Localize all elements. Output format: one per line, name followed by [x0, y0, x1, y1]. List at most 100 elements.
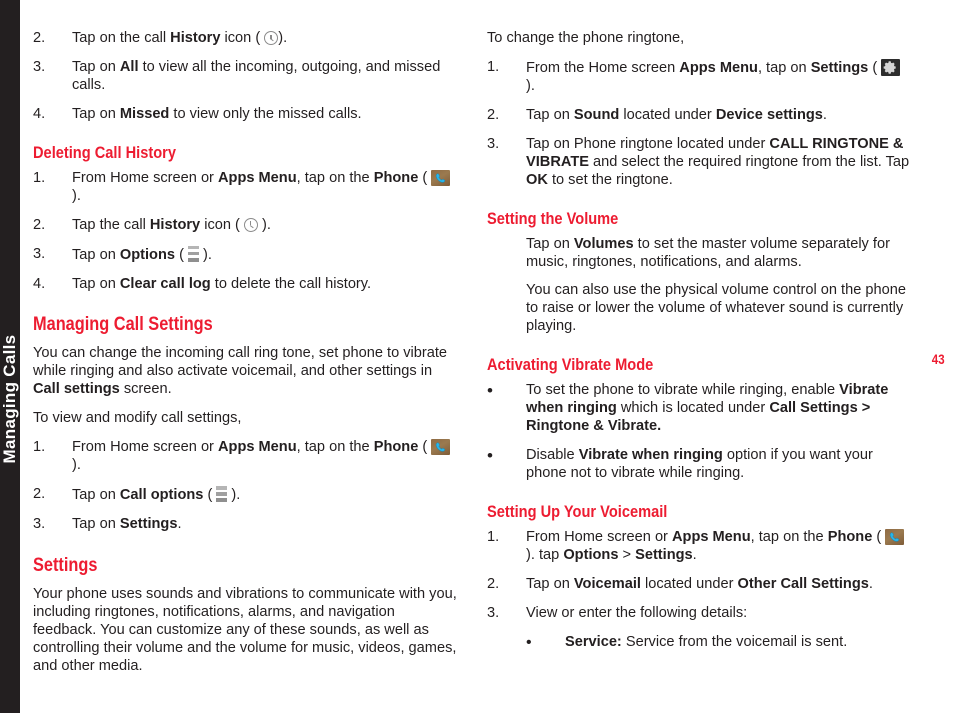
chapter-side-tab-label: Managing Calls [0, 334, 19, 464]
list-call-history-steps: 2. Tap on the call History icon ( ). 3. Tap… [33, 30, 458, 124]
list-item-marker: 4. [33, 275, 46, 292]
list-item-marker: 1. [33, 439, 46, 456]
list-item-marker: 3. [33, 58, 46, 75]
list-item-text: Disable Vibrate when ringing option if y… [526, 447, 873, 481]
list-item-text: Tap on Settings. [72, 516, 182, 532]
heading-setting-up-voicemail: Setting Up Your Voicemail [487, 501, 668, 521]
heading-deleting-call-history: Deleting Call History [33, 142, 176, 162]
list-item: 1. From Home screen or Apps Menu, tap on … [33, 169, 458, 206]
list-item: 3. Tap on Phone ringtone located under CA… [487, 136, 912, 190]
heading-managing-call-settings: Managing Call Settings [33, 314, 213, 336]
list-item-marker: • [526, 633, 532, 651]
paragraph-to-view-call-settings: To view and modify call settings, [33, 410, 242, 427]
emphasis-text: Apps Menu [217, 439, 297, 456]
list-item-text: Tap on the call History icon ( ). [72, 30, 288, 46]
emphasis-text: Device settings [715, 106, 823, 123]
list-setting-up-voicemail: 1. From Home screen or Apps Menu, tap on … [487, 528, 912, 623]
list-item-marker: 3. [487, 135, 500, 152]
list-item-marker: 2. [33, 216, 46, 233]
list-item-marker: 4. [33, 105, 46, 122]
emphasis-text: Call settings [33, 381, 120, 398]
options-menu-icon [188, 245, 199, 263]
phone-icon [431, 439, 451, 456]
list-item-marker: 1. [487, 58, 500, 75]
list-item: • Service: Service from the voicemail is … [487, 634, 912, 652]
right-text-column: To change the phone ringtone, 1. From the… [487, 30, 912, 663]
list-item-text: Tap on Phone ringtone located under CALL… [526, 135, 910, 188]
emphasis-text: Voicemail [573, 575, 641, 592]
paragraph-volume-physical: You can also use the physical volume con… [526, 282, 906, 335]
heading-settings: Settings [33, 554, 98, 576]
list-item-marker: 3. [33, 516, 46, 532]
list-item: 1. From Home screen or Apps Menu, tap on … [487, 528, 912, 565]
list-item-text: Tap on Options ( ). [72, 245, 212, 263]
emphasis-text: Apps Menu [217, 169, 297, 186]
paragraph-settings: Your phone uses sounds and vibrations to… [33, 585, 457, 674]
emphasis-text: Options [119, 246, 176, 263]
emphasis-text: Sound [573, 106, 620, 123]
clock-icon [243, 217, 258, 232]
emphasis-text: Other Call Settings [737, 575, 869, 592]
emphasis-text: Phone [373, 169, 419, 186]
emphasis-text: Phone [373, 439, 419, 456]
list-item-marker: 1. [33, 169, 46, 186]
list-item-marker: 2. [487, 106, 500, 123]
emphasis-text: Clear call log [119, 275, 211, 292]
list-item-text: Tap on Missed to view only the missed ca… [72, 105, 362, 122]
list-item-text: From Home screen or Apps Menu, tap on th… [72, 439, 451, 473]
list-item: 1. From the Home screen Apps Menu, tap on… [487, 58, 912, 96]
emphasis-text: Apps Menu [679, 59, 758, 76]
list-item-text: Service: Service from the voicemail is s… [565, 633, 848, 650]
left-text-column: 2. Tap on the call History icon ( ). 3. Tap… [33, 30, 458, 687]
list-item: 1. From Home screen or Apps Menu, tap on … [33, 439, 458, 475]
list-item-text: From the Home screen Apps Menu, tap on S… [526, 58, 901, 94]
list-item-text: From Home screen or Apps Menu, tap on th… [526, 528, 905, 563]
list-item-marker: 3. [33, 245, 46, 262]
list-item: 3. Tap on All to view all the incoming, o… [33, 59, 458, 95]
emphasis-text: Settings [810, 59, 869, 76]
emphasis-text: Missed [119, 105, 170, 122]
list-item-marker: 1. [487, 528, 500, 545]
emphasis-text: Call options [119, 487, 204, 504]
list-item-text: Tap on Voicemail located under Other Cal… [526, 575, 873, 592]
emphasis-text: History [149, 216, 201, 233]
list-item: 2. Tap the call History icon ( ). [33, 217, 458, 235]
list-item-text: From Home screen or Apps Menu, tap on th… [72, 169, 451, 204]
emphasis-text: Settings [119, 516, 178, 532]
phone-icon [431, 169, 451, 186]
list-item: • Disable Vibrate when ringing option if … [487, 446, 912, 483]
list-item-text: To set the phone to vibrate while ringin… [526, 382, 889, 435]
heading-activating-vibrate-mode: Activating Vibrate Mode [487, 355, 654, 375]
heading-setting-the-volume: Setting the Volume [487, 208, 619, 228]
list-item: 4. Tap on Clear call log to delete the ca… [33, 276, 458, 294]
list-item-marker: • [487, 446, 493, 466]
emphasis-text: History [170, 30, 221, 46]
list-item-text: Tap the call History icon ( ). [72, 216, 271, 233]
list-item: 3. Tap on Settings. [33, 516, 458, 534]
paragraph-managing-call-settings: You can change the incoming call ring to… [33, 345, 448, 398]
sub-bullet-service: • Service: Service from the voicemail is … [487, 634, 912, 652]
emphasis-text: All [119, 58, 139, 75]
page-number: 43 [932, 351, 945, 367]
list-item: 2. Tap on Sound located under Device sett… [487, 107, 912, 125]
emphasis-text: Service: [565, 633, 622, 650]
emphasis-text: Vibrate when ringing [578, 447, 723, 464]
emphasis-text: Volumes [573, 235, 634, 252]
emphasis-text: Options [563, 546, 619, 563]
list-item: 2. Tap on Voicemail located under Other C… [487, 576, 912, 594]
list-item-text: Tap on Sound located under Device settin… [526, 106, 827, 123]
chapter-side-tab: Managing Calls [0, 0, 20, 713]
list-activating-vibrate-mode: • To set the phone to vibrate while ringi… [487, 381, 912, 483]
list-item-text: Tap on Call options ( ). [72, 486, 241, 504]
list-item-text: Tap on Clear call log to delete the call… [72, 275, 372, 292]
list-view-modify-call-settings: 1. From Home screen or Apps Menu, tap on … [33, 439, 458, 534]
list-item: 2. Tap on the call History icon ( ). [33, 30, 458, 48]
list-item-marker: 2. [33, 486, 46, 503]
list-item: 3. Tap on Options ( ). [33, 245, 458, 265]
list-item-text: View or enter the following details: [526, 604, 748, 621]
list-item-marker: 3. [487, 604, 500, 621]
emphasis-text: Phone [827, 528, 873, 545]
list-item: • To set the phone to vibrate while ringi… [487, 381, 912, 436]
list-item: 4. Tap on Missed to view only the missed … [33, 106, 458, 124]
paragraph-change-ringtone: To change the phone ringtone, [487, 30, 685, 46]
